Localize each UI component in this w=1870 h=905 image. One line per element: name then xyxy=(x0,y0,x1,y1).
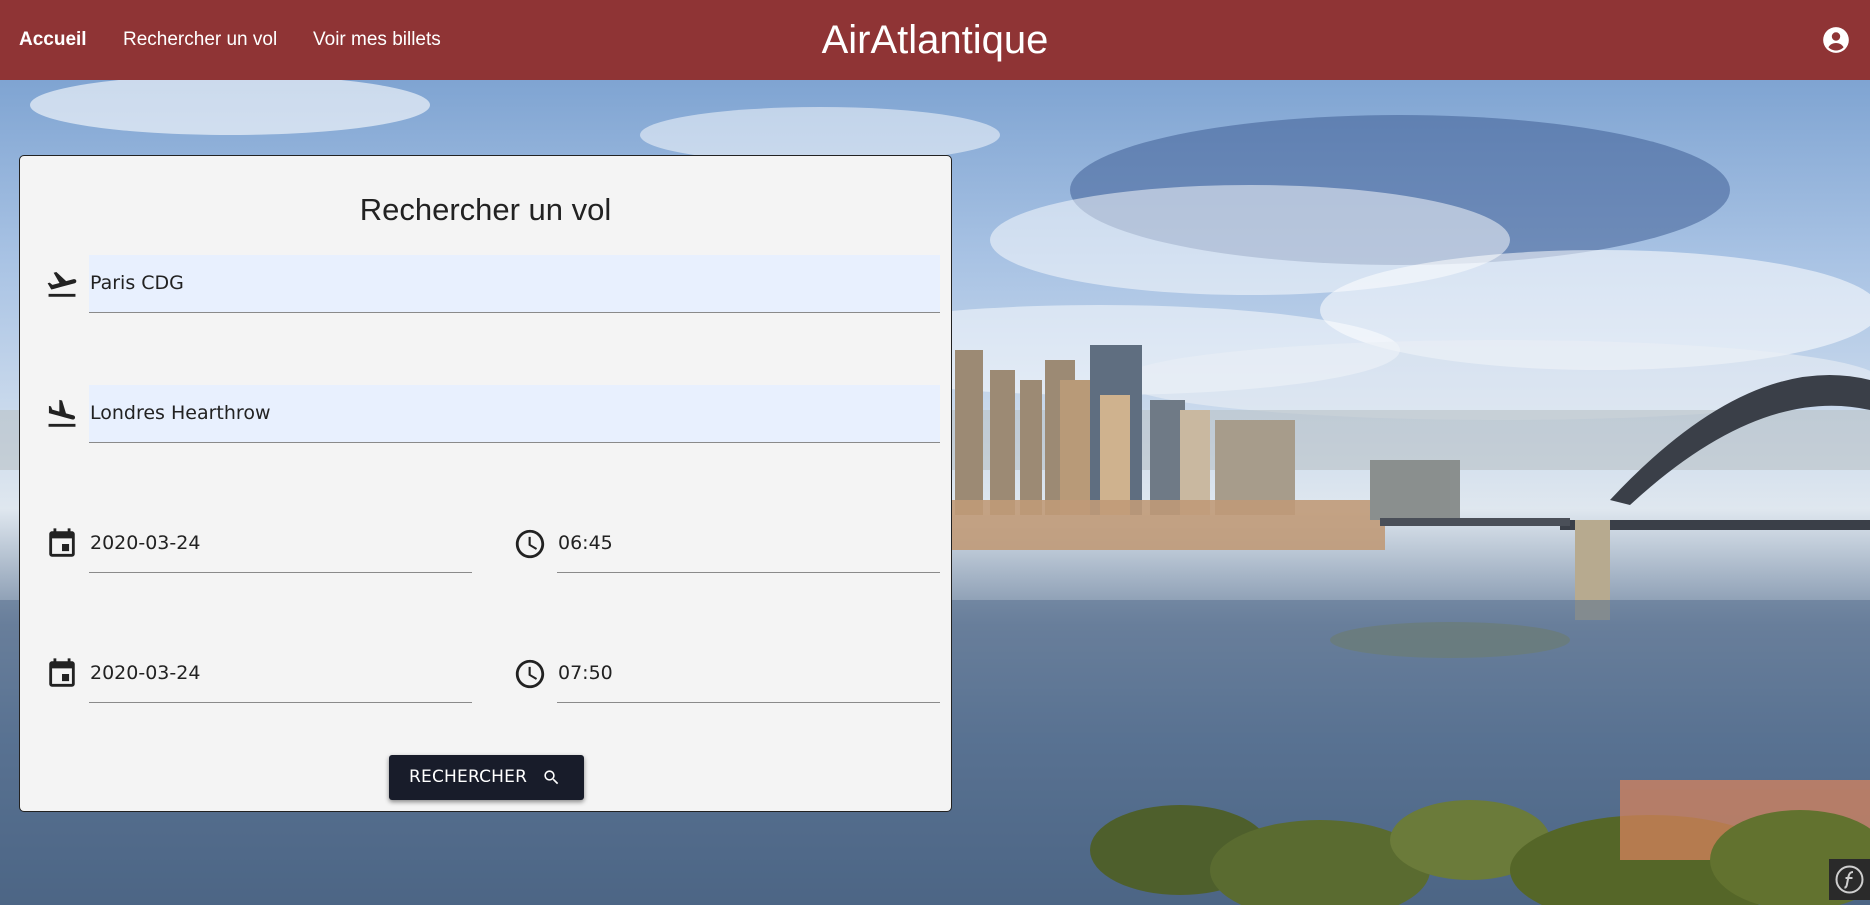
clock-icon xyxy=(515,659,545,689)
calendar-icon xyxy=(49,658,75,687)
brand-title[interactable]: AirAtlantique xyxy=(822,18,1049,62)
departure-time-input[interactable] xyxy=(557,515,941,571)
flight-takeoff-icon xyxy=(47,272,77,297)
symfony-icon xyxy=(1835,865,1864,894)
calendar-icon xyxy=(49,528,75,557)
flight-search-card: Rechercher un vol Paris CDG Londres Hear… xyxy=(19,155,952,812)
symfony-debug-toolbar-toggle[interactable] xyxy=(1829,859,1870,900)
return-date-input[interactable] xyxy=(89,645,473,701)
account-circle-icon[interactable] xyxy=(1822,26,1850,54)
arrival-input[interactable] xyxy=(89,385,941,441)
flight-land-icon xyxy=(48,399,76,427)
search-icon xyxy=(544,770,559,785)
nav-link-rechercher-un-vol[interactable]: Rechercher un vol xyxy=(123,0,277,80)
search-button-label: RECHERCHER xyxy=(409,767,528,787)
nav-link-accueil[interactable]: Accueil xyxy=(19,0,87,80)
nav-link-voir-mes-billets[interactable]: Voir mes billets xyxy=(313,0,441,80)
return-time-input[interactable] xyxy=(557,645,941,701)
top-navbar: Accueil Rechercher un vol Voir mes bille… xyxy=(0,0,1870,80)
departure-input[interactable] xyxy=(89,255,941,311)
clock-icon xyxy=(515,529,545,559)
search-title: Rechercher un vol xyxy=(359,192,612,227)
departure-date-input[interactable] xyxy=(89,515,473,571)
search-button[interactable]: RECHERCHER xyxy=(389,755,584,800)
